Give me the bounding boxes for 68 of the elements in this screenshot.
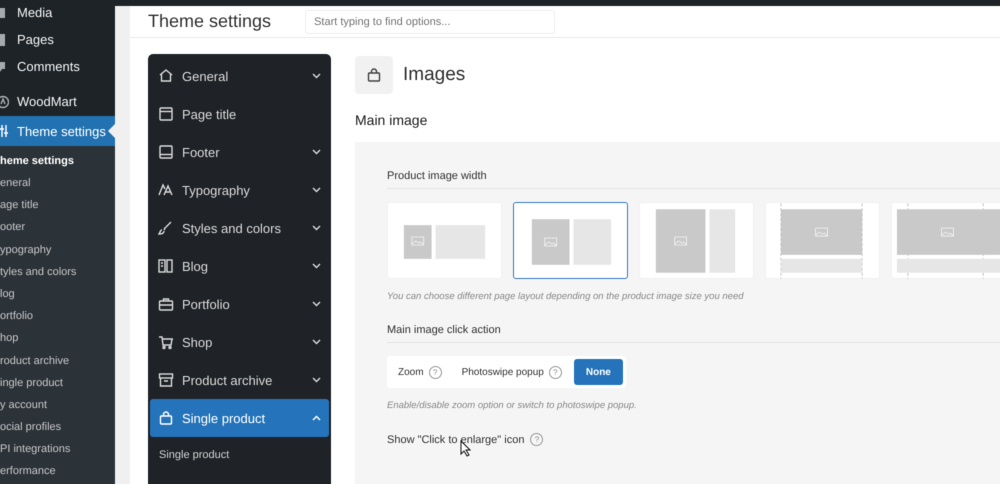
option-button[interactable]: Photoswipe popup ? <box>454 359 570 385</box>
submenu-link[interactable]: log <box>0 282 115 306</box>
submenu-link[interactable]: ocial profiles <box>0 416 115 438</box>
book-icon <box>158 258 174 274</box>
settings-nav-item[interactable]: Page title <box>150 95 329 133</box>
help-icon[interactable]: ? <box>548 366 562 378</box>
cart-icon <box>158 334 174 350</box>
settings-subnav-item[interactable]: Single product <box>150 439 329 471</box>
submenu-link[interactable]: y account <box>0 394 115 416</box>
letter-a-icon <box>158 182 174 198</box>
page-title: Theme settings <box>148 11 272 32</box>
settings-nav-item[interactable]: Footer <box>150 133 329 171</box>
chevron-down-icon <box>312 301 321 307</box>
chevron-down-icon <box>312 149 321 155</box>
submenu-title: heme settings <box>0 154 75 169</box>
circle-logo-icon <box>0 94 9 108</box>
sliders-icon <box>0 124 9 138</box>
settings-nav-item[interactable]: Product archive <box>150 361 329 399</box>
field-label: Product image width <box>387 170 487 182</box>
submenu-link[interactable]: roduct archive <box>0 350 115 372</box>
chevron-up-icon <box>312 415 321 421</box>
help-icon[interactable]: ? <box>428 366 442 378</box>
admin-menu-item[interactable]: Pages <box>0 26 115 53</box>
admin-menu-item[interactable]: Media <box>0 0 115 26</box>
settings-nav-item[interactable]: Blog <box>150 247 329 285</box>
hint-text: Enable/disable zoom option or switch to photoswipe popup. <box>387 400 638 411</box>
submenu-link[interactable]: ingle product <box>0 372 115 394</box>
brush-icon <box>158 220 174 236</box>
submenu-link[interactable]: ooter <box>0 216 115 239</box>
settings-nav-item[interactable]: Typography <box>150 171 329 209</box>
option-button[interactable]: Zoom ? <box>390 359 450 385</box>
search-field[interactable]: Start typing to find options... <box>305 10 556 34</box>
settings-nav-item[interactable]: Portfolio <box>150 285 329 323</box>
chevron-down-icon <box>312 73 321 79</box>
layout-option[interactable] <box>513 202 628 279</box>
hint-text: You can choose different page layout depending on the product image size you need <box>387 291 745 302</box>
option-button[interactable]: None <box>574 359 623 385</box>
section-title: Images <box>403 64 466 86</box>
settings-nav-item[interactable]: Shop <box>150 323 329 361</box>
field-label: Main image click action <box>387 324 501 336</box>
section-subtitle: Main image <box>355 112 428 128</box>
admin-menu-item[interactable]: Theme settings <box>0 116 115 146</box>
briefcase-icon <box>158 296 174 312</box>
bag-icon <box>366 67 382 83</box>
archive-box-icon <box>158 372 174 388</box>
chevron-down-icon <box>312 225 321 231</box>
chevron-down-icon <box>312 377 321 383</box>
submenu-link[interactable]: hop <box>0 327 115 350</box>
submenu-link[interactable]: ypography <box>0 238 115 261</box>
chevron-down-icon <box>312 339 321 345</box>
submenu-link[interactable]: ortfolio <box>0 305 115 328</box>
house-icon <box>158 68 174 84</box>
window-icon <box>158 144 174 160</box>
submenu-link[interactable]: tyles and colors <box>0 260 115 283</box>
settings-nav-item[interactable]: General <box>150 57 329 95</box>
admin-menu-item[interactable]: WoodMart <box>0 88 115 115</box>
chevron-down-icon <box>312 187 321 193</box>
admin-menu-item[interactable]: Comments <box>0 53 115 80</box>
submenu-link[interactable]: age title <box>0 194 115 216</box>
submenu-link[interactable]: erformance <box>0 460 115 483</box>
settings-nav-item[interactable]: Single product <box>150 399 329 437</box>
window-icon <box>158 106 174 122</box>
field-label: Show "Click to enlarge" icon <box>387 434 524 446</box>
settings-nav-item[interactable]: Styles and colors <box>150 209 329 247</box>
bag-icon <box>158 410 174 426</box>
submenu-link[interactable]: PI integrations <box>0 438 115 460</box>
submenu-link[interactable]: eneral <box>0 172 115 194</box>
chevron-down-icon <box>312 263 321 269</box>
